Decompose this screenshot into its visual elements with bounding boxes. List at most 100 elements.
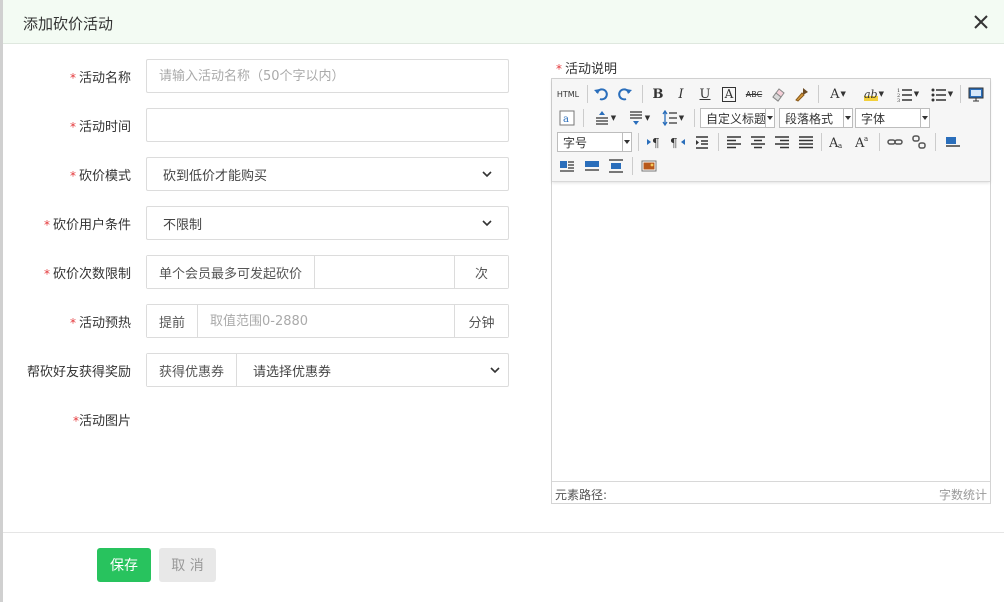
required-mark: *	[69, 316, 76, 330]
caret-down-icon	[845, 116, 851, 120]
link-icon[interactable]	[885, 132, 905, 152]
cancel-button[interactable]: 取 消	[159, 548, 216, 582]
bold-button[interactable]: B	[648, 84, 668, 104]
align-center-icon[interactable]	[748, 132, 768, 152]
toolbar-separator	[632, 157, 633, 175]
close-icon[interactable]	[972, 13, 990, 31]
caret-down-icon	[767, 116, 773, 120]
format-painter-icon[interactable]	[792, 84, 812, 104]
underline-button[interactable]: U	[695, 84, 715, 104]
font-color-button[interactable]: A ▼	[824, 84, 852, 104]
svg-text:a: a	[838, 142, 842, 150]
image-center-icon[interactable]	[582, 156, 602, 176]
highlight-glyph: ab	[864, 87, 878, 101]
rtl-icon[interactable]: ¶	[668, 132, 688, 152]
help-reward-prefix: 获得优惠券	[147, 354, 238, 386]
toolbar-separator	[694, 109, 695, 127]
unlink-icon[interactable]	[909, 132, 929, 152]
row-spacing-top-icon[interactable]: ▼	[590, 108, 620, 128]
lowercase-icon[interactable]: Aa	[853, 132, 873, 152]
ltr-icon[interactable]: ¶	[644, 132, 664, 152]
align-right-icon[interactable]	[772, 132, 792, 152]
image-float-left-icon[interactable]	[557, 156, 577, 176]
label-user-condition: * 砍价用户条件	[44, 214, 131, 233]
dialog: 添加砍价活动 *活动名称 *活动时间 *砍价模式 砍到低价才能购买 *砍价用户条…	[0, 0, 1004, 602]
svg-text:3: 3	[897, 98, 900, 102]
label-text: 活动图片	[78, 414, 131, 429]
toolbar-separator	[879, 133, 880, 151]
strikethrough-button[interactable]: ABC	[742, 84, 766, 104]
highlight-button[interactable]: ab ▼	[859, 84, 889, 104]
anchor-icon[interactable]	[943, 132, 963, 152]
align-justify-icon[interactable]	[796, 132, 816, 152]
times-limit-prefix: 单个会员最多可发起砍价	[147, 256, 316, 288]
caret-down-icon	[624, 140, 630, 144]
preheat-suffix: 分钟	[454, 305, 508, 337]
preview-icon[interactable]	[966, 84, 986, 104]
font-size-combo[interactable]: 字号	[557, 132, 632, 152]
row-spacing-bottom-icon[interactable]: ▼	[624, 108, 654, 128]
italic-button[interactable]: I	[671, 84, 691, 104]
chevron-down-icon	[482, 220, 492, 227]
row-time: * 活动时间	[3, 108, 509, 142]
indent-icon[interactable]	[692, 132, 712, 152]
uppercase-icon[interactable]: Aa	[827, 132, 847, 152]
name-input[interactable]	[147, 60, 508, 92]
required-mark: *	[556, 62, 562, 76]
redo-icon[interactable]	[615, 84, 635, 104]
required-mark: *	[43, 218, 50, 232]
required-mark: *	[43, 267, 50, 281]
eraser-icon[interactable]	[768, 84, 788, 104]
insert-image-icon[interactable]	[639, 156, 659, 176]
mode-select[interactable]: 砍到低价才能购买	[146, 157, 509, 191]
row-name: * 活动名称	[3, 59, 509, 93]
save-button[interactable]: 保存	[97, 548, 151, 582]
times-limit-suffix: 次	[454, 256, 508, 288]
image-block-icon[interactable]	[606, 156, 626, 176]
toolbar-separator	[960, 85, 961, 103]
preheat-input[interactable]	[198, 305, 454, 337]
label-time: * 活动时间	[70, 116, 131, 135]
align-left-icon[interactable]	[724, 132, 744, 152]
editor-content-area[interactable]	[552, 182, 990, 482]
name-field-box	[146, 59, 509, 93]
label-text: 砍价用户条件	[52, 218, 131, 233]
svg-text:¶: ¶	[652, 136, 660, 150]
toolbar-separator	[642, 85, 643, 103]
user-condition-selected-value: 不限制	[163, 217, 203, 233]
time-input[interactable]	[147, 109, 508, 141]
paragraph-format-combo[interactable]: 段落格式	[779, 108, 853, 128]
undo-icon[interactable]	[591, 84, 611, 104]
combo-label: 字体	[861, 111, 886, 126]
text-direction-icon[interactable]: a	[557, 108, 577, 128]
font-family-combo[interactable]: 字体	[855, 108, 930, 128]
label-mode: * 砍价模式	[70, 165, 131, 184]
row-help-reward: 帮砍好友获得奖励 获得优惠券 请选择优惠券	[3, 353, 509, 387]
caret-down-icon	[922, 116, 928, 120]
label-description: * 活动说明	[556, 58, 617, 77]
label-times-limit: * 砍价次数限制	[44, 263, 131, 282]
line-height-icon[interactable]: ▼	[658, 108, 688, 128]
rich-text-editor: HTML B I U A ABC A ▼ ab ▼ 1 2 3 ▼ ▼ a ▼ …	[551, 78, 991, 504]
editor-status-bar: 元素路径: 字数统计	[552, 481, 990, 503]
ordered-list-icon[interactable]: 1 2 3 ▼	[894, 84, 922, 104]
label-name: * 活动名称	[70, 67, 131, 86]
user-condition-select[interactable]: 不限制	[146, 206, 509, 240]
coupon-select[interactable]: 请选择优惠券	[237, 354, 508, 386]
row-times-limit: * 砍价次数限制 单个会员最多可发起砍价 次	[3, 255, 509, 289]
boxed-char-button[interactable]: A	[719, 84, 739, 104]
html-source-button[interactable]: HTML	[557, 84, 579, 104]
label-preheat: * 活动预热	[70, 312, 131, 331]
toolbar-separator	[718, 133, 719, 151]
mode-selected-value: 砍到低价才能购买	[163, 168, 268, 184]
time-field-box	[146, 108, 509, 142]
dialog-header: 添加砍价活动	[3, 0, 1004, 44]
font-color-glyph: A	[830, 86, 840, 102]
footer-divider	[3, 532, 1004, 533]
custom-title-combo[interactable]: 自定义标题	[700, 108, 775, 128]
required-mark: *	[69, 169, 76, 183]
combo-label: 字号	[563, 135, 588, 150]
unordered-list-icon[interactable]: ▼	[928, 84, 956, 104]
combo-label: 自定义标题	[706, 111, 767, 126]
times-limit-input[interactable]	[315, 256, 454, 288]
